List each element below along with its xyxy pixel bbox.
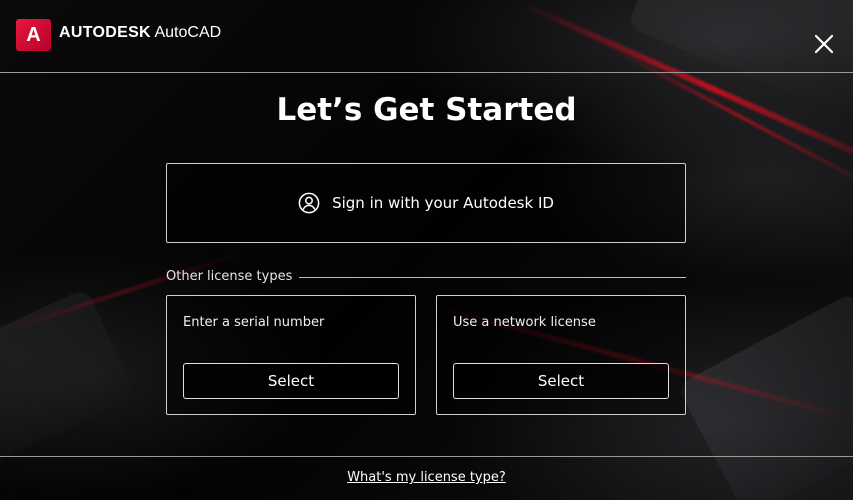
page-title: Let’s Get Started	[276, 92, 577, 128]
section-divider	[299, 277, 686, 278]
header-bar: A AUTODESK AutoCAD	[0, 0, 853, 73]
other-license-types-label: Other license types	[166, 269, 293, 284]
logo-letter: A	[26, 23, 41, 46]
serial-number-title: Enter a serial number	[183, 315, 325, 330]
footer-divider	[0, 456, 853, 457]
background-shape	[0, 287, 137, 473]
close-icon	[814, 34, 834, 54]
sign-in-button[interactable]: Sign in with your Autodesk ID	[166, 163, 686, 243]
serial-number-card: Enter a serial number Select	[166, 295, 416, 415]
background-artwork	[0, 0, 853, 500]
serial-number-select-button[interactable]: Select	[183, 363, 399, 399]
network-license-card: Use a network license Select	[436, 295, 686, 415]
network-license-select-button[interactable]: Select	[453, 363, 669, 399]
autocad-logo-icon: A	[16, 19, 51, 51]
product-name: AutoCAD	[154, 24, 222, 41]
brand-name: AUTODESK	[59, 24, 151, 41]
user-circle-icon	[298, 192, 320, 214]
sign-in-label: Sign in with your Autodesk ID	[332, 194, 554, 212]
license-type-help-link[interactable]: What's my license type?	[0, 470, 853, 485]
brand-wordmark: AUTODESK AutoCAD	[59, 24, 221, 42]
close-button[interactable]	[812, 32, 836, 56]
network-license-title: Use a network license	[453, 315, 596, 330]
